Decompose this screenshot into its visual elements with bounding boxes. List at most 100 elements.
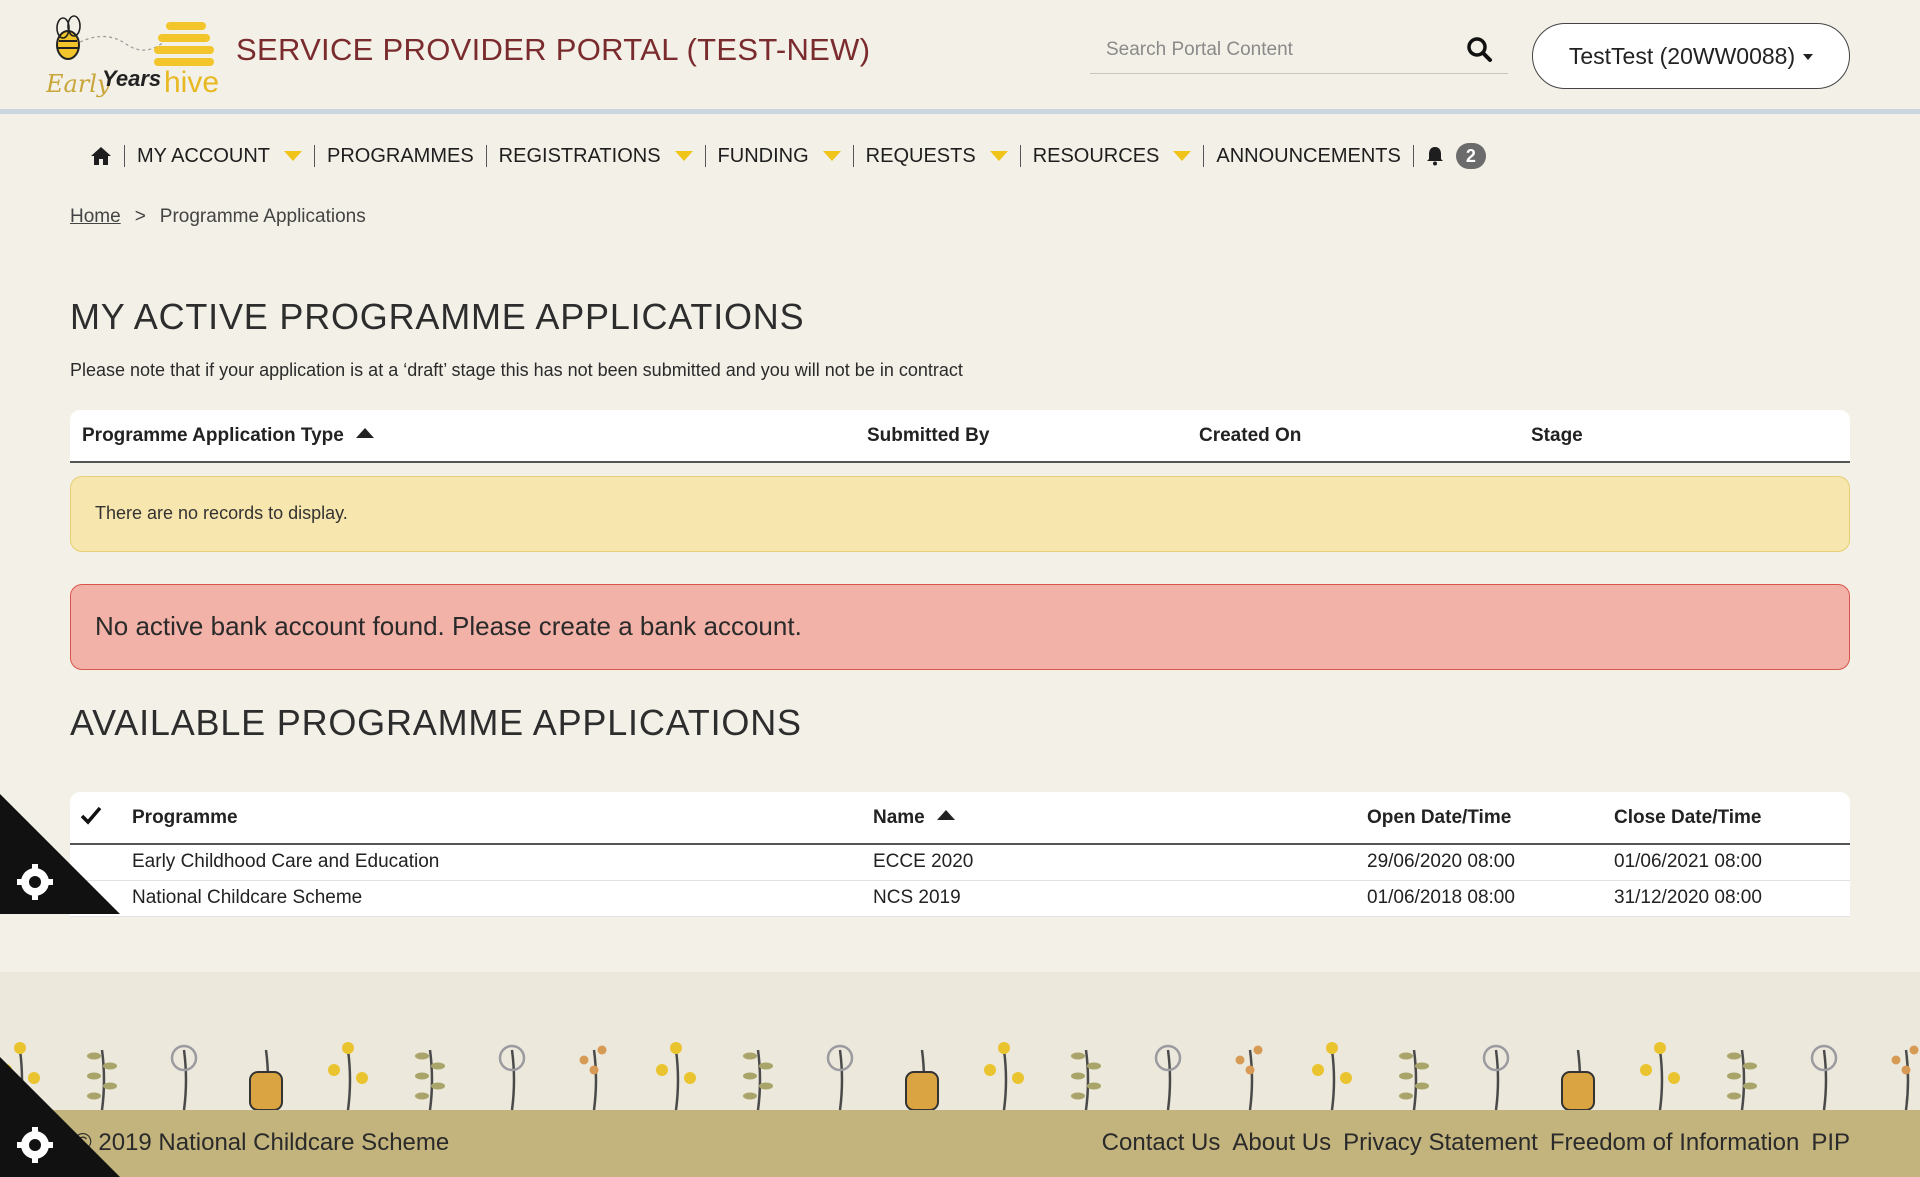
nav-label: PROGRAMMES xyxy=(326,145,474,167)
nav-label: RESOURCES xyxy=(1032,145,1160,167)
breadcrumb: Home > Programme Applications xyxy=(70,206,366,228)
footer-link-freedom-of-information[interactable]: Freedom of Information xyxy=(1550,1129,1799,1157)
column-header-created-on[interactable]: Created On xyxy=(1199,410,1531,463)
flower-decoration xyxy=(498,1044,526,1111)
flower-decoration xyxy=(826,1044,854,1111)
logo-hive-text: hive xyxy=(164,66,219,99)
cell-close-date: 01/06/2021 08:00 xyxy=(1614,844,1850,881)
search-input[interactable] xyxy=(1090,34,1450,66)
beehive-decoration xyxy=(1561,1049,1595,1111)
active-applications-table: Programme Application Type Submitted By … xyxy=(70,410,1850,463)
dropdown-arrow-icon xyxy=(822,151,841,161)
search-bar xyxy=(1090,30,1508,74)
column-header-programme-application-type[interactable]: Programme Application Type xyxy=(70,410,867,463)
column-header-label: Name xyxy=(873,806,925,828)
nav-funding[interactable]: FUNDING xyxy=(706,145,854,167)
dropdown-arrow-icon xyxy=(1173,151,1192,161)
cell-name: ECCE 2020 xyxy=(873,844,1367,881)
cell-open-date: 01/06/2018 08:00 xyxy=(1367,880,1614,917)
search-button[interactable] xyxy=(1464,34,1496,66)
nav-label: REQUESTS xyxy=(865,145,976,167)
nav-label: MY ACCOUNT xyxy=(137,145,270,167)
footer-link-about-us[interactable]: About Us xyxy=(1232,1129,1331,1157)
chevron-down-icon xyxy=(1803,54,1814,60)
flower-decoration xyxy=(1399,1049,1429,1111)
nav-resources[interactable]: RESOURCES xyxy=(1021,145,1205,167)
active-applications-title: MY ACTIVE PROGRAMME APPLICATIONS xyxy=(70,296,805,337)
search-icon xyxy=(1467,37,1492,62)
cell-name: NCS 2019 xyxy=(873,880,1367,917)
draft-stage-note: Please note that if your application is … xyxy=(70,360,963,380)
table-row[interactable]: National Childcare Scheme NCS 2019 01/06… xyxy=(70,880,1850,917)
dropdown-arrow-icon xyxy=(674,151,693,161)
available-applications-table: Programme Name Open Date/Time Close Date… xyxy=(70,792,1850,917)
table-header-row: Programme Name Open Date/Time Close Date… xyxy=(70,792,1850,845)
cookie-settings-button-footer[interactable] xyxy=(0,1057,120,1177)
nav-home[interactable] xyxy=(78,145,125,167)
table-header-row: Programme Application Type Submitted By … xyxy=(70,410,1850,463)
nav-my-account[interactable]: MY ACCOUNT xyxy=(125,145,315,167)
nav-requests[interactable]: REQUESTS xyxy=(854,145,1021,167)
flower-decoration xyxy=(743,1049,773,1111)
breadcrumb-current: Programme Applications xyxy=(159,206,366,227)
flower-decoration xyxy=(1071,1049,1101,1111)
flower-decoration xyxy=(328,1042,368,1111)
table-row[interactable]: Early Childhood Care and Education ECCE … xyxy=(70,844,1850,881)
sort-ascending-icon xyxy=(355,427,374,438)
account-label: TestTest (20WW0088) xyxy=(1568,42,1796,69)
flower-decoration xyxy=(1891,1045,1919,1111)
flower-decoration xyxy=(1727,1049,1757,1111)
footer-links: Contact Us About Us Privacy Statement Fr… xyxy=(1102,1129,1850,1157)
cookie-gear-icon xyxy=(0,794,120,914)
footer-link-privacy-statement[interactable]: Privacy Statement xyxy=(1343,1129,1538,1157)
cell-programme: Early Childhood Care and Education xyxy=(132,844,873,881)
portal-title: SERVICE PROVIDER PORTAL (TEST-NEW) xyxy=(236,32,871,67)
column-header-submitted-by[interactable]: Submitted By xyxy=(867,410,1199,463)
column-header-name[interactable]: Name xyxy=(873,792,1367,845)
flower-decoration xyxy=(984,1042,1024,1111)
no-records-message: There are no records to display. xyxy=(70,476,1850,552)
notification-count-badge: 2 xyxy=(1455,143,1486,169)
copyright-text: © 2019 National Childcare Scheme xyxy=(74,1129,450,1156)
site-header: Early Years hive SERVICE PROVIDER PORTAL… xyxy=(0,0,1920,114)
cell-close-date: 31/12/2020 08:00 xyxy=(1614,880,1850,917)
cookie-gear-icon xyxy=(0,1057,120,1177)
nav-notifications[interactable]: 2 xyxy=(1414,143,1498,169)
flower-decoration xyxy=(1235,1045,1263,1111)
column-header-label: Programme Application Type xyxy=(82,424,344,446)
flower-decoration xyxy=(579,1045,607,1111)
column-header-stage[interactable]: Stage xyxy=(1531,410,1850,463)
nav-registrations[interactable]: REGISTRATIONS xyxy=(487,145,706,167)
breadcrumb-separator: > xyxy=(134,206,146,227)
nav-announcements[interactable]: ANNOUNCEMENTS xyxy=(1204,145,1414,167)
flower-decoration xyxy=(1312,1042,1352,1111)
beehive-decoration xyxy=(249,1049,283,1111)
footer-link-contact-us[interactable]: Contact Us xyxy=(1102,1129,1221,1157)
bee-hive-logo-graphic: Early Years hive xyxy=(45,15,219,99)
column-header-programme[interactable]: Programme xyxy=(132,792,873,845)
cell-open-date: 29/06/2020 08:00 xyxy=(1367,844,1614,881)
nav-programmes[interactable]: PROGRAMMES xyxy=(315,145,487,167)
account-menu-button[interactable]: TestTest (20WW0088) xyxy=(1532,23,1850,89)
breadcrumb-home-link[interactable]: Home xyxy=(70,206,121,228)
column-header-close-date[interactable]: Close Date/Time xyxy=(1614,792,1850,845)
beehive-decoration xyxy=(905,1049,939,1111)
nav-label: REGISTRATIONS xyxy=(498,145,661,167)
main-nav: MY ACCOUNT PROGRAMMES REGISTRATIONS FUND… xyxy=(78,140,1498,172)
flower-decoration xyxy=(1154,1044,1182,1111)
early-years-hive-logo[interactable]: Early Years hive xyxy=(45,10,236,102)
bank-account-alert: No active bank account found. Please cre… xyxy=(70,584,1850,670)
available-applications-title: AVAILABLE PROGRAMME APPLICATIONS xyxy=(70,702,802,743)
cookie-settings-button[interactable] xyxy=(0,794,120,914)
footer-link-pip[interactable]: PIP xyxy=(1811,1129,1850,1157)
nav-label: FUNDING xyxy=(717,145,809,167)
column-header-open-date[interactable]: Open Date/Time xyxy=(1367,792,1614,845)
flower-decoration xyxy=(1482,1044,1510,1111)
home-icon xyxy=(91,147,111,165)
flower-decoration xyxy=(1810,1044,1838,1111)
flower-decoration xyxy=(170,1044,198,1111)
logo-years-text: Years xyxy=(102,66,161,91)
dropdown-arrow-icon xyxy=(283,151,302,161)
flower-decoration xyxy=(415,1049,445,1111)
flower-decoration xyxy=(656,1042,696,1111)
